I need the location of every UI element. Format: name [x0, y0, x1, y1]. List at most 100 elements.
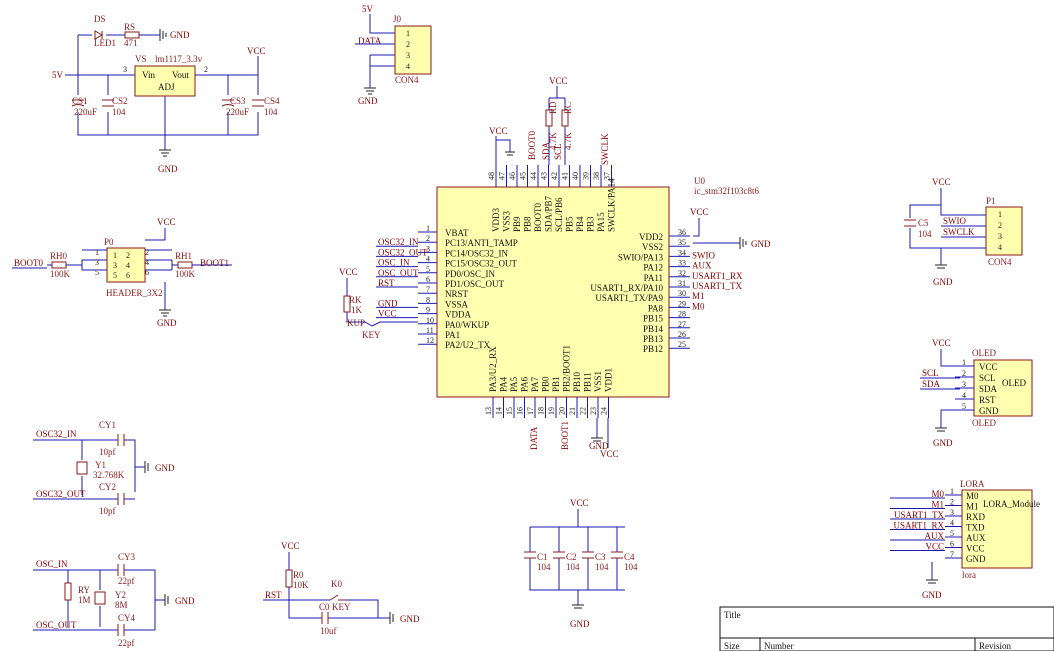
oled-name: OLED — [1002, 378, 1026, 388]
mcu-pin-name: PB11 — [583, 372, 593, 392]
mcu-pin-name: PC15/OSC32_OUT — [445, 259, 518, 269]
lora-pin-num: 7 — [950, 550, 954, 559]
title-label: Title — [724, 610, 741, 620]
rh1-ref: RH1 — [175, 251, 192, 261]
p1-pin3: 3 — [998, 232, 1002, 241]
decoupling-cap-ref: C1 — [537, 552, 548, 562]
gnd-symbol-j0 — [364, 87, 376, 95]
mcu-pin-num: 18 — [537, 407, 546, 415]
j0-pin1: 1 — [406, 29, 410, 38]
p1-body — [985, 206, 1023, 256]
oled-section: VCC OLED OLED 1 VCC2 SCL3 SDA4 RST5 GND OLED … — [920, 338, 1033, 448]
5v-label-j0: 5V — [362, 4, 374, 14]
mcu-pin-name: BOOT0 — [533, 203, 543, 232]
rh1-value: 100K — [175, 269, 196, 279]
mcu-pin-num: 25 — [678, 340, 686, 349]
oled-pin-name: SCL — [979, 373, 996, 383]
mcu-pin-name: PB13 — [643, 334, 664, 344]
mcu-pin-name: VDDA — [445, 310, 471, 320]
mcu-pin-num: 21 — [568, 407, 577, 415]
mcu-pin-name: NRST — [445, 289, 469, 299]
rh1-resistor — [177, 261, 193, 269]
key-label-k0: KEY — [332, 602, 351, 612]
mcu-net-label: M1 — [692, 291, 705, 301]
rh0-value: 100K — [50, 269, 71, 279]
vcc-label-pullup: VCC — [549, 76, 568, 86]
boot0-net-left: BOOT0 — [14, 258, 43, 268]
rst-net-key: RST — [265, 590, 282, 600]
mcu-pin-num: 23 — [589, 407, 598, 415]
power-regulator-section: DS LED1 RS 471 GND 5V VS lm1117_3.3v Vin… — [52, 14, 280, 174]
y2-ref: Y2 — [115, 590, 126, 600]
oled-pin-num: 5 — [962, 402, 966, 411]
decoupling-cap-value: 104 — [566, 562, 580, 572]
p1-name: CON4 — [988, 257, 1012, 267]
cs1-ref: CS1 — [72, 96, 88, 106]
mcu-pin-name: PC13/ANTI_TAMP — [445, 238, 518, 248]
vout-pin: Vout — [172, 70, 189, 80]
decoupling-cap-value: 104 — [624, 562, 638, 572]
mcu-pin-num: 15 — [505, 407, 514, 415]
p0-pin4: 4 — [145, 258, 149, 267]
p0-pin5: 5 — [95, 268, 99, 277]
lora-pin-num: 2 — [950, 498, 954, 507]
j0-pin4: 4 — [406, 62, 410, 71]
gnd-label-y1: GND — [155, 463, 175, 473]
mcu-pin-num: 42 — [550, 172, 559, 180]
mcu-pin-name: PB2/BOOT1 — [562, 345, 572, 392]
gnd-label-oled: GND — [933, 438, 953, 448]
rc-ref: RC — [563, 102, 573, 114]
lora-pin-name: TXD — [966, 523, 985, 533]
vs-ref: VS — [135, 54, 147, 64]
mcu-pin-num: 27 — [678, 320, 686, 329]
vcc-label-top: VCC — [489, 126, 508, 136]
lora-section: LORA LORA_Module 1 M0M02 M1M13 RXDUSART1_TX… — [890, 479, 1040, 600]
mcu-pin-num: 48 — [487, 172, 496, 180]
scl-net-oled: SCL — [922, 368, 939, 378]
mcu-pin-num: 2 — [426, 234, 430, 243]
sda-net-oled: SDA — [922, 379, 941, 389]
gnd-symbol-p0 — [159, 309, 171, 317]
pin2-num: 2 — [204, 65, 208, 74]
mcu-pin-num: 38 — [592, 172, 601, 180]
mcu-pin-name: PA11 — [644, 273, 663, 283]
mcu-pin-num: 17 — [526, 407, 535, 415]
mcu-pin-num: 7 — [426, 285, 430, 294]
rs-value: 471 — [124, 38, 138, 48]
gnd-label-lora: GND — [922, 590, 942, 600]
adj-pin: ADJ — [158, 82, 175, 92]
mcu-pin-name: PB1 — [551, 376, 561, 392]
boot1-net: BOOT1 — [200, 258, 229, 268]
crystal-32k-section: OSC32_IN CY1 10pf Y1 32.768K GND CY2 OSC… — [33, 420, 175, 516]
j0-pin3: 3 — [406, 51, 410, 60]
ry-ref: RY — [78, 585, 91, 595]
mcu-pin-num: 20 — [558, 407, 567, 415]
lora-name: LORA_Module — [983, 499, 1040, 509]
mcu-pin-name: PB8 — [523, 216, 533, 232]
p0-inner-1: 1 — [113, 251, 117, 260]
vcc-label-oled: VCC — [932, 338, 951, 348]
led-value: LED1 — [94, 38, 116, 48]
rc-value: 4.7K — [563, 132, 573, 150]
gnd-label-y2: GND — [175, 596, 195, 606]
mcu-pin-name: PB12 — [643, 344, 663, 354]
vcc-label-p1: VCC — [932, 177, 951, 187]
rd-ref: RD — [548, 101, 558, 114]
mcu-pin-num: 32 — [678, 269, 686, 278]
p1-connector-section: VCC P1 1 2 3 4 CON4 C5 104 SWIO SWCLK GN… — [904, 177, 1023, 287]
oled-pin-name: SDA — [979, 384, 998, 394]
oled-pin-name: GND — [979, 406, 999, 416]
mcu-pin-name: USART1_RX/PA10 — [590, 283, 663, 293]
osc-in-net: OSC_IN — [36, 559, 68, 569]
y2-crystal — [94, 591, 106, 605]
number-label: Number — [764, 641, 794, 651]
mcu-pin-num: 12 — [426, 336, 434, 345]
vcc-label-rk: VCC — [339, 267, 358, 277]
mcu-pin-name: SWCLK/PA14 — [607, 178, 617, 232]
mcu-pin-name: PA0/WKUP — [445, 320, 489, 330]
p1-pin1: 1 — [998, 210, 1002, 219]
mcu-pin-num: 16 — [516, 407, 525, 415]
vcc-label-decoup: VCC — [570, 498, 589, 508]
mcu-pin-name: PA1 — [445, 330, 460, 340]
mcu-pin-num: 36 — [678, 228, 686, 237]
